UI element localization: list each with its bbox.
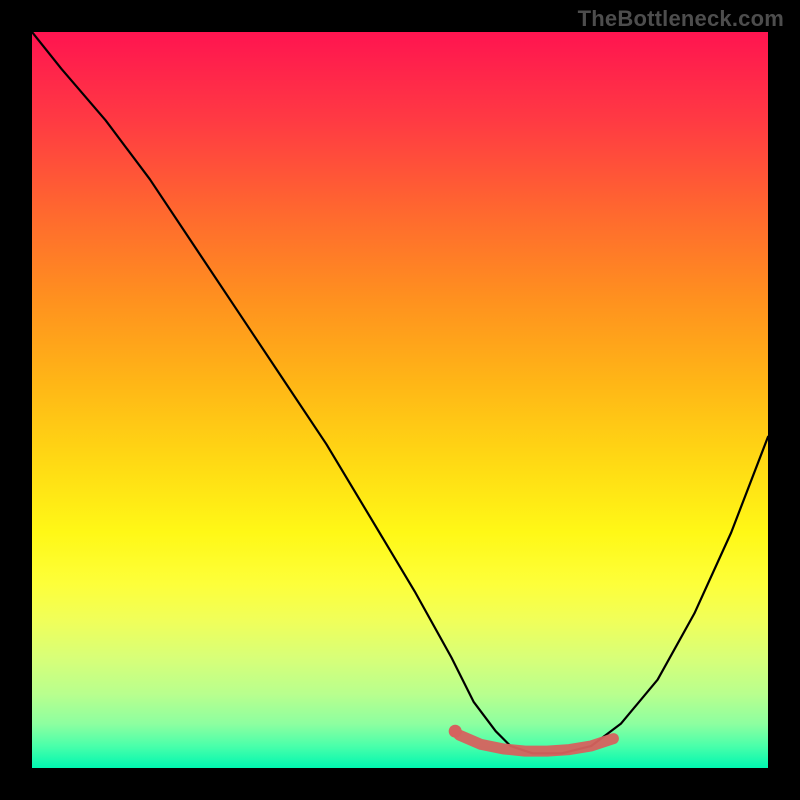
optimal-zone-dot bbox=[449, 725, 462, 738]
bottleneck-curve bbox=[32, 32, 768, 753]
chart-container: TheBottleneck.com bbox=[0, 0, 800, 800]
optimal-zone-arc bbox=[459, 735, 614, 751]
plot-svg bbox=[32, 32, 768, 768]
plot-area bbox=[32, 32, 768, 768]
watermark-text: TheBottleneck.com bbox=[578, 6, 784, 32]
